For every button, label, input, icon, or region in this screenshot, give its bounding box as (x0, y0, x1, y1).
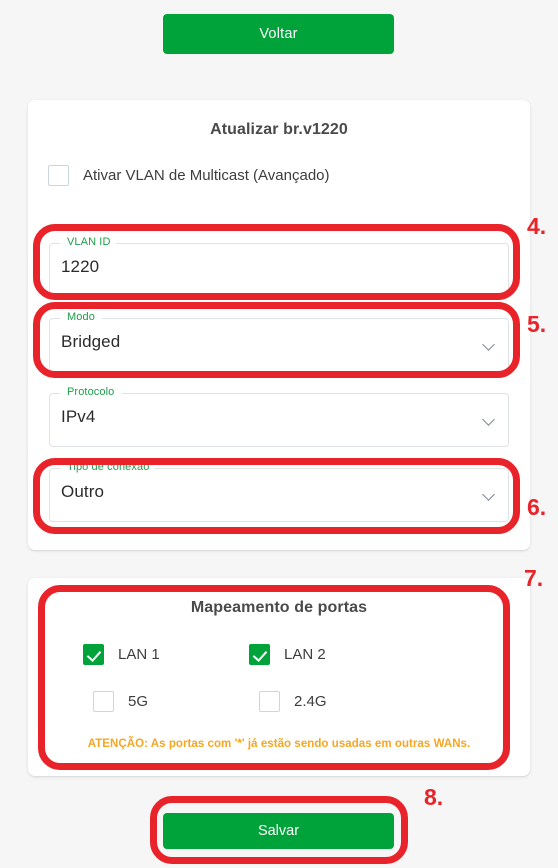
ports-warning-text: ATENÇÃO: As portas com '*' já estão send… (87, 738, 471, 750)
port-5g-label: 5G (128, 693, 149, 710)
back-button[interactable]: Voltar (163, 14, 394, 54)
mode-selected-value[interactable]: Bridged (61, 332, 120, 352)
lan2-label: LAN 2 (284, 646, 326, 663)
port-item-lan2[interactable]: LAN 2 (249, 644, 415, 665)
port-row: 5G 2.4G (83, 691, 483, 712)
chevron-down-icon[interactable] (484, 490, 495, 501)
page-title: Atualizar br.v1220 (210, 121, 348, 138)
vlan-id-field[interactable]: VLAN ID 1220 (49, 236, 509, 297)
save-button[interactable]: Salvar (163, 813, 394, 849)
port-mapping-title: Mapeamento de portas (190, 599, 368, 616)
field-outline (49, 468, 509, 522)
connection-type-label: Tipo de conexão (64, 461, 153, 473)
port-item-24g[interactable]: 2.4G (249, 691, 415, 712)
connection-type-selected-value[interactable]: Outro (61, 482, 104, 502)
chevron-down-icon[interactable] (484, 415, 495, 426)
connection-type-select-field[interactable]: Tipo de conexão Outro (49, 461, 509, 522)
page-root: Voltar Atualizar br.v1220 Ativar VLAN de… (0, 0, 558, 868)
annotation-number-8: 8. (424, 784, 444, 810)
protocol-select-field[interactable]: Protocolo IPv4 (49, 386, 509, 447)
protocol-label: Protocolo (64, 386, 118, 398)
mode-select-field[interactable]: Modo Bridged (49, 311, 509, 372)
protocol-selected-value[interactable]: IPv4 (61, 407, 95, 427)
port-row: LAN 1 LAN 2 (83, 644, 483, 665)
port-item-lan1[interactable]: LAN 1 (83, 644, 249, 665)
vlan-id-label: VLAN ID (64, 236, 114, 248)
vlan-id-input[interactable]: 1220 (61, 257, 99, 277)
port-5g-checkbox[interactable] (93, 691, 114, 712)
lan2-checkbox[interactable] (249, 644, 270, 665)
mode-label: Modo (64, 311, 98, 323)
multicast-checkbox-label: Ativar VLAN de Multicast (Avançado) (83, 167, 330, 184)
lan1-label: LAN 1 (118, 646, 160, 663)
port-mapping-grid: LAN 1 LAN 2 5G 2.4G (83, 644, 483, 738)
vlan-config-card: Atualizar br.v1220 Ativar VLAN de Multic… (28, 100, 530, 550)
field-outline (49, 243, 509, 297)
port-24g-checkbox[interactable] (259, 691, 280, 712)
port-mapping-card: Mapeamento de portas LAN 1 LAN 2 5G 2.4G… (28, 578, 530, 776)
port-item-5g[interactable]: 5G (83, 691, 249, 712)
multicast-checkbox[interactable] (48, 165, 69, 186)
multicast-checkbox-row[interactable]: Ativar VLAN de Multicast (Avançado) (48, 165, 530, 186)
lan1-checkbox[interactable] (83, 644, 104, 665)
field-outline (49, 393, 509, 447)
chevron-down-icon[interactable] (484, 340, 495, 351)
port-24g-label: 2.4G (294, 693, 327, 710)
